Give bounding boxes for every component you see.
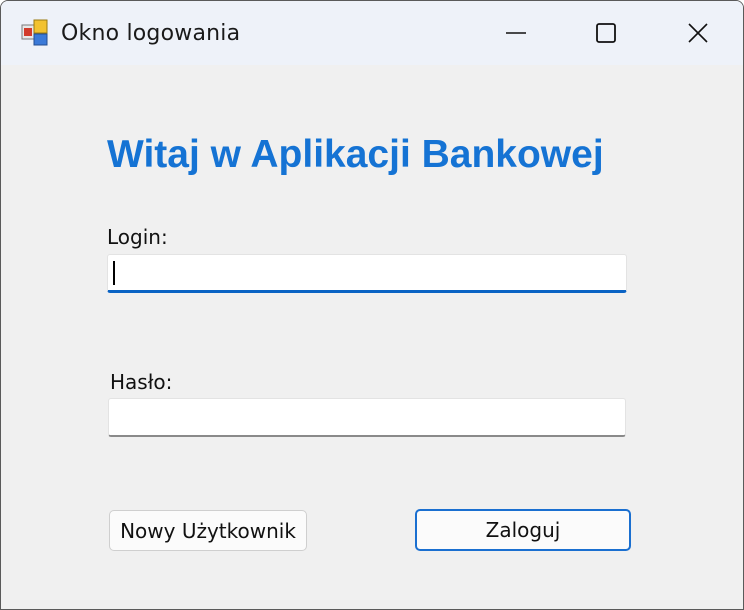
window-title: Okno logowania: [61, 21, 241, 46]
welcome-heading: Witaj w Aplikacji Bankowej: [107, 133, 604, 176]
maximize-button[interactable]: [561, 1, 651, 65]
minimize-button[interactable]: [471, 1, 561, 65]
app-icon: [21, 19, 48, 46]
login-button[interactable]: Zaloguj: [415, 509, 631, 551]
new-user-button[interactable]: Nowy Użytkownik: [109, 510, 307, 551]
text-caret: [113, 261, 115, 285]
login-input[interactable]: [107, 254, 627, 293]
login-label: Login:: [107, 225, 168, 249]
maximize-icon: [596, 23, 616, 43]
login-window: Okno logowania Witaj w Aplikacji Bankowe…: [0, 0, 744, 610]
title-bar[interactable]: Okno logowania: [1, 1, 743, 65]
close-button[interactable]: [653, 1, 743, 65]
close-icon: [688, 23, 708, 43]
password-label: Hasło:: [110, 370, 173, 394]
minimize-icon: [506, 32, 526, 34]
password-input[interactable]: [108, 398, 626, 437]
